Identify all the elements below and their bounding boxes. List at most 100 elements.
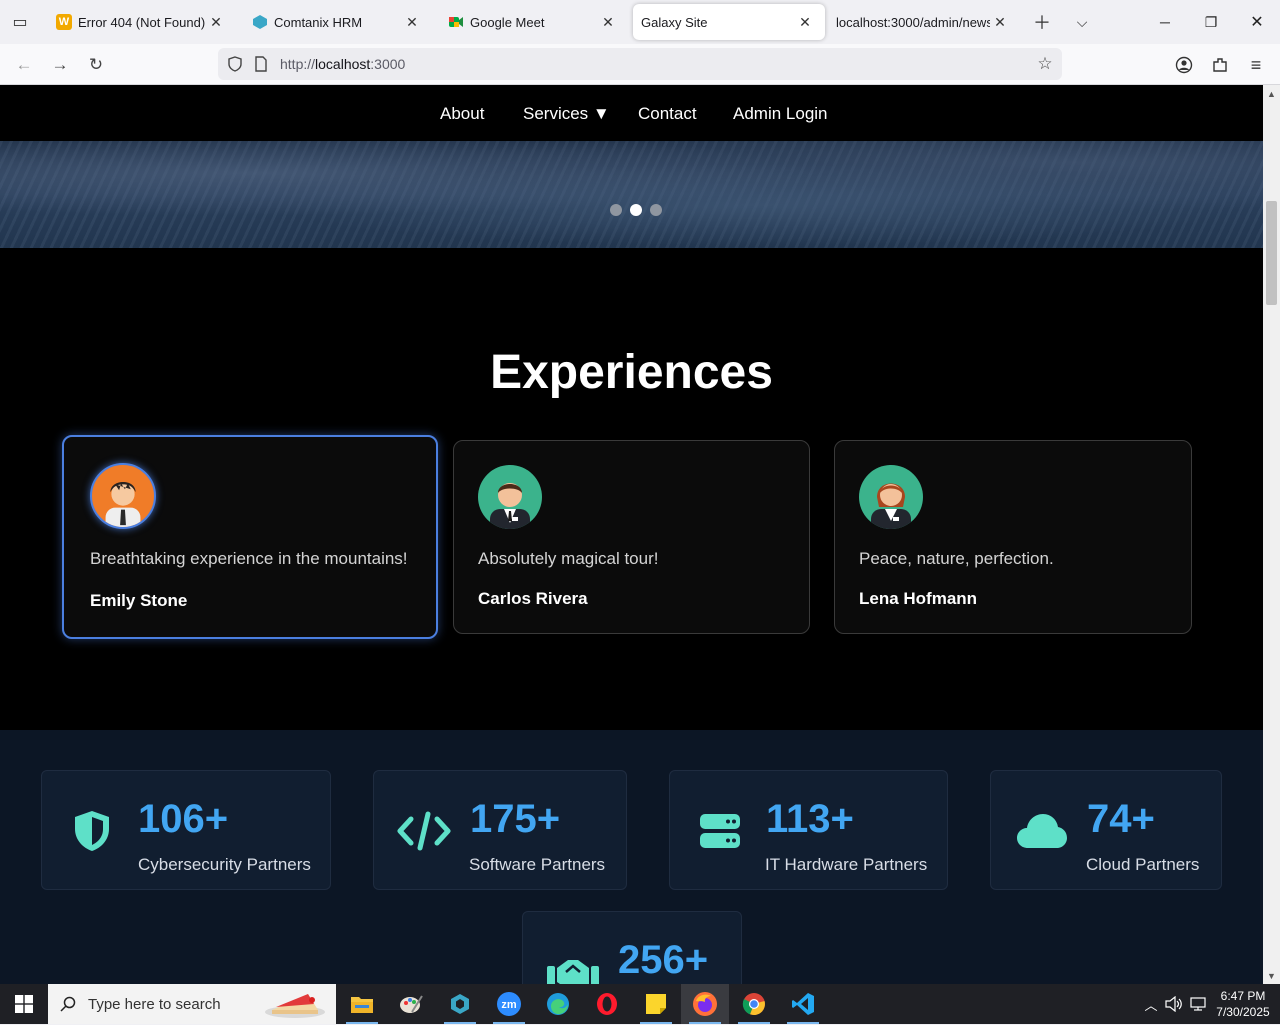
- paint-app-icon[interactable]: [387, 984, 435, 1024]
- close-window-icon[interactable]: ✕: [1234, 0, 1280, 44]
- restore-icon[interactable]: ❐: [1188, 0, 1234, 44]
- search-placeholder: Type here to search: [88, 995, 221, 1013]
- experience-card-emily[interactable]: Breathtaking experience in the mountains…: [62, 435, 438, 639]
- stat-card-software: 175+ Software Partners: [373, 770, 627, 890]
- search-icon: [48, 996, 88, 1012]
- windows-taskbar: Type here to search zm ︿ 6:47 PM 7/30/20…: [0, 984, 1280, 1024]
- comtanix-app-icon[interactable]: [436, 984, 484, 1024]
- svg-text:zm: zm: [501, 999, 517, 1011]
- chrome-browser-icon[interactable]: [730, 984, 778, 1024]
- handshake-icon: [545, 948, 601, 984]
- stat-label: Software Partners: [469, 855, 606, 874]
- page-icon[interactable]: [250, 53, 272, 75]
- stat-value: 175+: [470, 797, 561, 841]
- shield-tracking-icon[interactable]: [224, 53, 246, 75]
- network-icon[interactable]: [1186, 984, 1210, 1024]
- clock-date: 7/30/2025: [1216, 1005, 1270, 1019]
- tab-google-meet[interactable]: Google Meet ✕: [436, 4, 628, 40]
- close-icon[interactable]: ✕: [990, 14, 1010, 31]
- page-scrollbar[interactable]: ▲ ▼: [1263, 85, 1280, 984]
- tab-label: localhost:3000/admin/news: [836, 14, 990, 30]
- tab-admin-news[interactable]: localhost:3000/admin/news ✕: [828, 4, 1020, 40]
- nav-contact[interactable]: Contact: [638, 104, 697, 124]
- close-icon[interactable]: ✕: [795, 14, 815, 31]
- close-icon[interactable]: ✕: [598, 14, 618, 31]
- stat-value: 74+: [1087, 797, 1155, 841]
- vscode-icon[interactable]: [779, 984, 827, 1024]
- stat-label: Cybersecurity Partners: [138, 855, 311, 874]
- browser-toolbar: ← → ↻ http://localhost:3000 ☆ ≡: [0, 44, 1280, 85]
- firefox-browser-icon[interactable]: [681, 984, 729, 1024]
- page-viewport: About Services ▼ Contact Admin Login Exp…: [0, 85, 1263, 984]
- carousel-dot-1[interactable]: [610, 204, 622, 216]
- scroll-up-icon[interactable]: ▲: [1263, 85, 1280, 102]
- avatar: [859, 465, 923, 529]
- testimonial-name: Carlos Rivera: [478, 589, 588, 608]
- menu-icon[interactable]: ≡: [1244, 53, 1268, 77]
- taskbar-clock[interactable]: 6:47 PM 7/30/2025: [1212, 988, 1274, 1020]
- testimonial-name: Lena Hofmann: [859, 589, 978, 608]
- testimonial-quote: Breathtaking experience in the mountains…: [90, 549, 408, 568]
- stat-label: IT Hardware Partners: [765, 855, 928, 874]
- tab-label: Comtanix HRM: [274, 14, 363, 30]
- scroll-thumb[interactable]: [1266, 201, 1277, 305]
- extensions-icon[interactable]: [1208, 53, 1232, 77]
- scroll-down-icon[interactable]: ▼: [1263, 967, 1280, 984]
- volume-icon[interactable]: [1162, 984, 1186, 1024]
- account-icon[interactable]: [1172, 53, 1196, 77]
- stat-value: 256+: [618, 938, 709, 982]
- server-icon: [696, 807, 744, 855]
- tab-error-404[interactable]: W Error 404 (Not Found) ✕: [44, 4, 236, 40]
- partners-stats-section: 106+ Cybersecurity Partners 175+ Softwar…: [0, 730, 1263, 984]
- experience-card-lena[interactable]: Peace, nature, perfection. Lena Hofmann: [834, 440, 1192, 634]
- stat-value: 106+: [138, 797, 229, 841]
- nav-about[interactable]: About: [440, 104, 484, 124]
- back-arrow-icon[interactable]: ←: [10, 52, 38, 78]
- bookmark-star-icon[interactable]: ☆: [1034, 53, 1056, 75]
- tab-label: Google Meet: [470, 14, 545, 30]
- nav-admin-login[interactable]: Admin Login: [733, 104, 828, 124]
- nav-services[interactable]: Services ▼: [523, 104, 610, 124]
- reload-icon[interactable]: ↻: [82, 52, 110, 78]
- minimize-icon[interactable]: ─: [1142, 0, 1188, 44]
- taskbar-search[interactable]: Type here to search: [48, 984, 336, 1024]
- tab-label: Galaxy Site: [641, 14, 708, 30]
- stat-card-partners: 256+: [522, 911, 742, 984]
- hero-carousel: [0, 141, 1263, 248]
- testimonial-quote: Absolutely magical tour!: [478, 549, 659, 568]
- tray-overflow-chevron-icon[interactable]: ︿: [1140, 984, 1162, 1024]
- sticky-notes-icon[interactable]: [632, 984, 680, 1024]
- tab-label: Error 404 (Not Found): [78, 14, 206, 30]
- url-bar[interactable]: http://localhost:3000 ☆: [218, 48, 1062, 80]
- tab-list-icon[interactable]: ▭: [0, 0, 40, 44]
- google-meet-favicon-icon: [448, 14, 464, 30]
- forward-arrow-icon[interactable]: →: [46, 52, 74, 78]
- code-icon: [396, 807, 452, 855]
- stat-card-it-hardware: 113+ IT Hardware Partners: [669, 770, 948, 890]
- file-explorer-icon[interactable]: [338, 984, 386, 1024]
- chevron-down-icon[interactable]: ⌵: [1064, 4, 1100, 40]
- experience-card-carlos[interactable]: Absolutely magical tour! Carlos Rivera: [453, 440, 810, 634]
- carousel-dot-2[interactable]: [630, 204, 642, 216]
- w-favicon-icon: W: [56, 14, 72, 30]
- experiences-title: Experiences: [490, 346, 773, 399]
- edge-browser-icon[interactable]: [534, 984, 582, 1024]
- opera-browser-icon[interactable]: [583, 984, 631, 1024]
- tab-comtanix-hrm[interactable]: Comtanix HRM ✕: [240, 4, 432, 40]
- site-navbar: About Services ▼ Contact Admin Login: [0, 85, 1263, 141]
- tab-galaxy-site[interactable]: Galaxy Site ✕: [633, 4, 825, 40]
- comtanix-favicon-icon: [252, 14, 268, 30]
- clock-time: 6:47 PM: [1220, 989, 1266, 1003]
- carousel-dot-3[interactable]: [650, 204, 662, 216]
- new-tab-icon[interactable]: ＋: [1024, 4, 1060, 40]
- testimonial-name: Emily Stone: [90, 591, 188, 610]
- windows-start-icon[interactable]: [0, 984, 48, 1024]
- zoom-app-icon[interactable]: zm: [485, 984, 533, 1024]
- tab-bar: ▭ W Error 404 (Not Found) ✕ Comtanix HRM…: [0, 0, 1280, 44]
- close-icon[interactable]: ✕: [402, 14, 422, 31]
- stat-card-cloud: 74+ Cloud Partners: [990, 770, 1222, 890]
- cloud-icon: [1015, 807, 1069, 855]
- stat-label: Cloud Partners: [1086, 855, 1200, 874]
- close-icon[interactable]: ✕: [206, 14, 226, 31]
- cake-search-highlight-icon: [262, 988, 328, 1025]
